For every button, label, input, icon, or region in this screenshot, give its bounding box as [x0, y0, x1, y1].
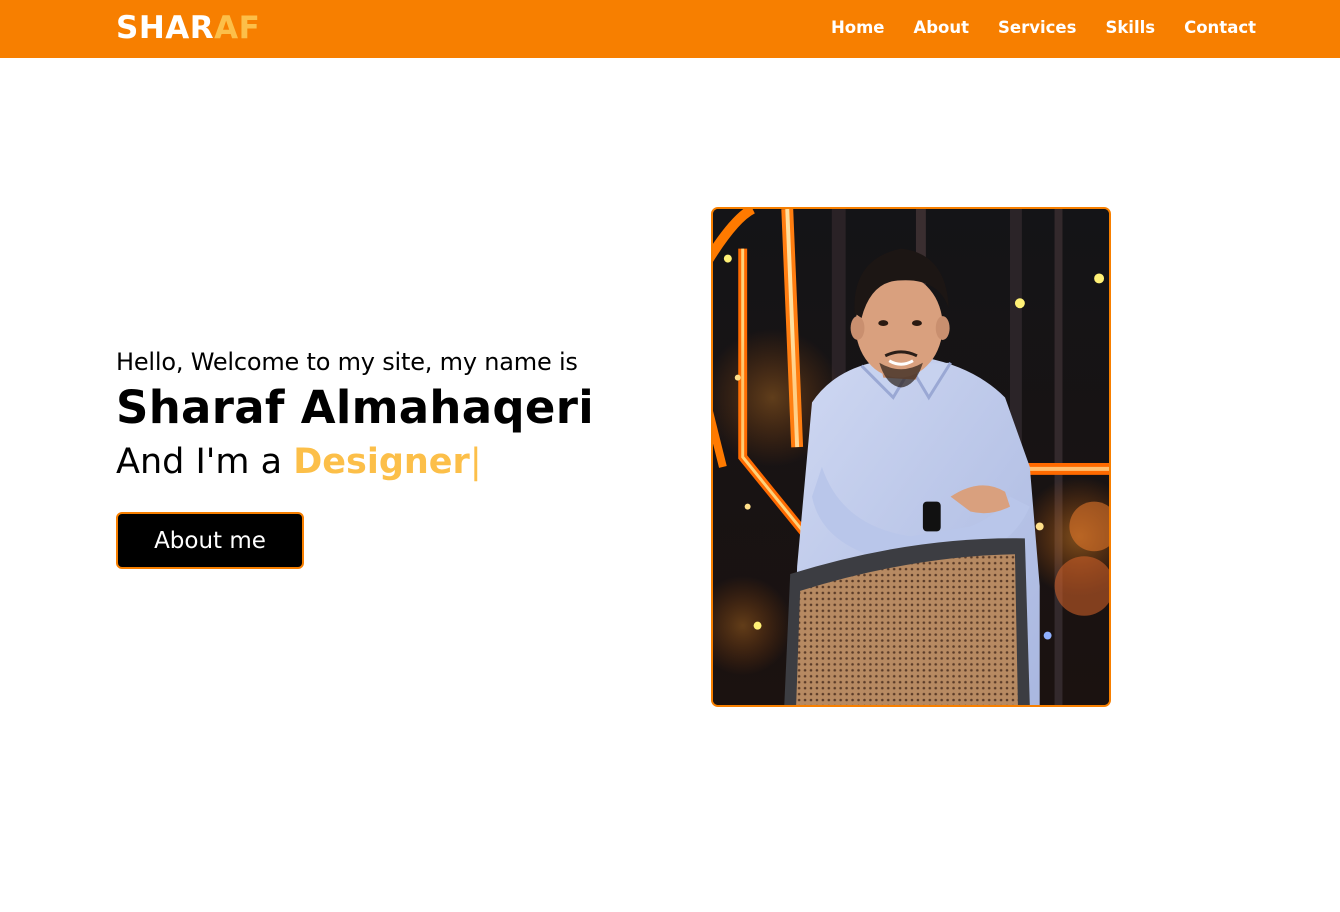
logo-main: SHAR	[116, 10, 215, 46]
role-prefix: And I'm a	[116, 442, 294, 482]
nav-link-services[interactable]: Services	[998, 18, 1076, 37]
hero-name: Sharaf Almahaqeri	[116, 381, 594, 434]
nav-link-contact[interactable]: Contact	[1184, 18, 1256, 37]
nav-item-about: About	[913, 17, 969, 41]
hero-greeting: Hello, Welcome to my site, my name is	[116, 348, 578, 376]
site-logo[interactable]: SHARAF	[116, 9, 260, 47]
nav-link-home[interactable]: Home	[831, 18, 885, 37]
nav-link-skills[interactable]: Skills	[1105, 18, 1155, 37]
profile-photo	[711, 207, 1111, 707]
typing-cursor: |	[469, 442, 482, 482]
nav-item-home: Home	[831, 17, 885, 41]
nav-menu: Home About Services Skills Contact	[831, 17, 1256, 41]
navbar: SHARAF Home About Services Skills Contac…	[0, 0, 1340, 58]
nav-item-skills: Skills	[1105, 17, 1155, 41]
hero-section: Hello, Welcome to my site, my name is Sh…	[116, 344, 676, 488]
nav-item-contact: Contact	[1184, 17, 1256, 41]
person-portrait-icon	[713, 209, 1109, 705]
role-word: Designer	[293, 442, 470, 482]
about-me-button[interactable]: About me	[116, 512, 304, 569]
logo-accent: AF	[214, 10, 261, 46]
nav-item-services: Services	[998, 17, 1076, 41]
hero-role-line: And I'm a Designer|	[116, 436, 676, 488]
nav-link-about[interactable]: About	[913, 18, 969, 37]
